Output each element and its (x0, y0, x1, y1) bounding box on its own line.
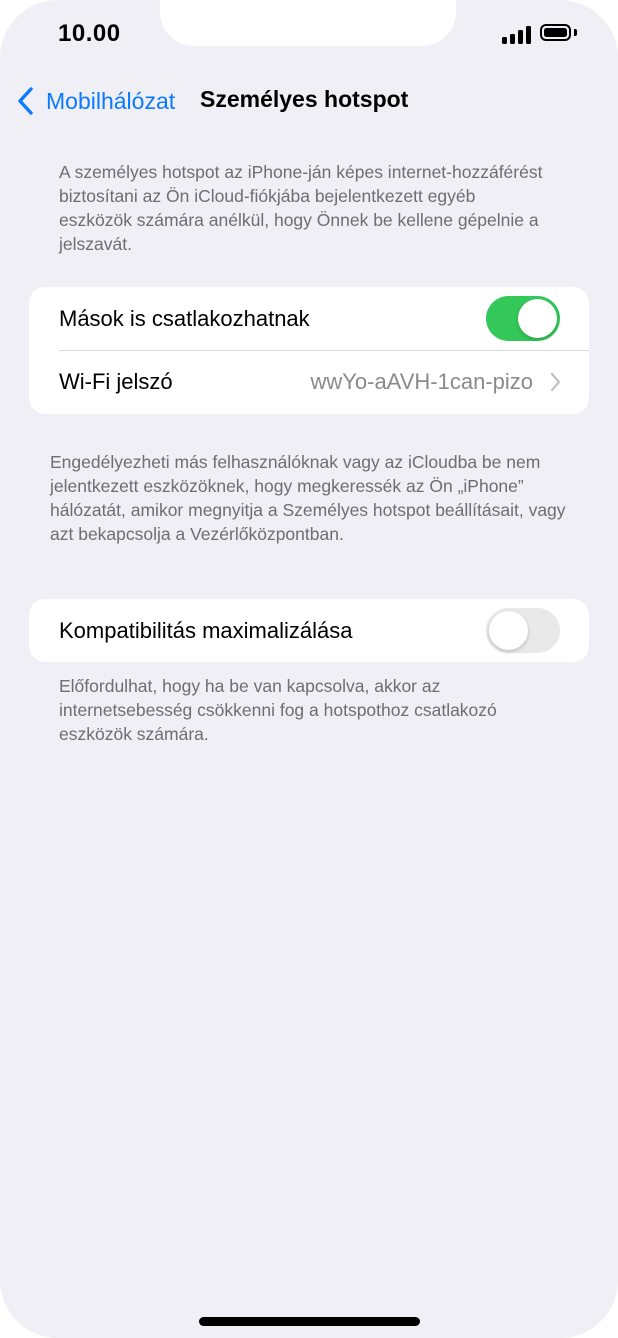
chevron-left-icon (18, 87, 33, 115)
allow-others-row: Mások is csatlakozhatnak (29, 287, 589, 350)
battery-icon (540, 24, 571, 41)
max-compat-label: Kompatibilitás maximalizálása (59, 617, 353, 643)
allow-others-footer: Engedélyezheti más felhasználóknak vagy … (50, 452, 566, 544)
allow-others-label: Mások is csatlakozhatnak (59, 305, 310, 331)
wifi-password-label: Wi-Fi jelszó (59, 368, 173, 394)
page-title: Személyes hotspot (200, 86, 409, 112)
toggle-knob (489, 611, 528, 650)
chevron-right-icon (550, 372, 561, 392)
back-button[interactable]: Mobilhálózat (16, 84, 175, 118)
compatibility-group: Kompatibilitás maximalizálása (29, 599, 589, 662)
toggle-knob (518, 299, 557, 338)
wifi-password-row[interactable]: Wi-Fi jelszó wwYo-aAVH-1can-pizo (29, 350, 589, 413)
hotspot-settings-group: Mások is csatlakozhatnak Wi-Fi jelszó ww… (29, 287, 589, 414)
hotspot-description: A személyes hotspot az iPhone-ján képes … (59, 162, 543, 254)
max-compat-row: Kompatibilitás maximalizálása (29, 599, 589, 662)
home-indicator[interactable] (199, 1317, 420, 1326)
cellular-signal-icon (502, 24, 532, 44)
back-label: Mobilhálózat (46, 87, 176, 114)
wifi-password-value: wwYo-aAVH-1can-pizo (310, 368, 533, 394)
max-compat-toggle[interactable] (486, 608, 560, 653)
notch (160, 0, 456, 46)
status-time: 10.00 (58, 20, 121, 47)
allow-others-toggle[interactable] (486, 296, 560, 341)
battery-tip (574, 29, 577, 36)
phone-screen: 10.00 Mobilhálózat Személyes hotspot A s… (0, 0, 618, 1338)
max-compat-footer: Előfordulhat, hogy ha be van kapcsolva, … (59, 676, 497, 744)
